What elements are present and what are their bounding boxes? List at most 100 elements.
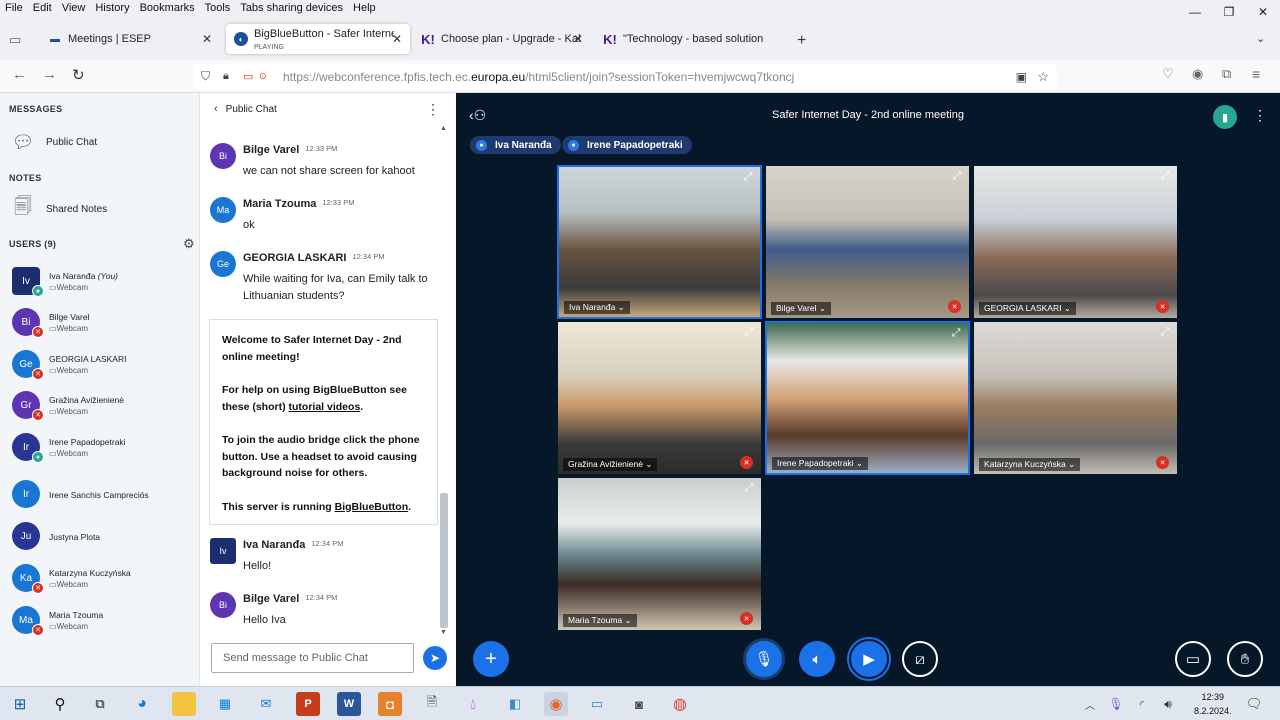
chevron-left-icon[interactable]: ‹ [214, 103, 218, 115]
chrome-icon[interactable]: ◍ [668, 692, 692, 716]
user-list-item[interactable]: Ir Irene Sanchis Campreciós [12, 478, 197, 512]
user-list-item[interactable]: Ir ● Irene Papadopetraki ▭Webcam [12, 431, 197, 465]
fullscreen-icon[interactable]: ⤢ [948, 326, 964, 340]
user-list-item[interactable]: Ka ✕ Katarzyna Kuczyńska ▭Webcam [12, 562, 197, 596]
microphone-tray-icon[interactable]: 🎙︎ [1104, 692, 1128, 716]
store-icon[interactable]: ▦ [213, 692, 237, 716]
talking-indicator[interactable]: ● Iva Naranđa [470, 136, 561, 154]
chat-title[interactable]: Public Chat [226, 104, 277, 115]
reload-icon[interactable]: ↻ [72, 66, 85, 84]
menu-help[interactable]: Help [348, 2, 381, 14]
minimize-icon[interactable]: — [1178, 0, 1212, 24]
camera-icon[interactable]: ◙ [627, 692, 651, 716]
task-view-icon[interactable]: ⧉ [88, 692, 112, 716]
menu-edit[interactable]: Edit [28, 2, 57, 14]
edge-icon[interactable]: ◕ [130, 692, 154, 716]
reader-view-icon[interactable]: ▣ [1016, 70, 1027, 84]
video-tile-label[interactable]: Katarzyna Kuczyńska ⌄ [979, 458, 1081, 471]
menu-history[interactable]: History [90, 2, 134, 14]
video-tile[interactable]: ⤢ Maria Tzouma ⌄ ✕ [557, 477, 762, 631]
volume-icon[interactable]: 🔊︎ [1156, 692, 1180, 716]
video-tile[interactable]: ⤢ GEORGIA LASKARI ⌄ ✕ [973, 165, 1178, 319]
fullscreen-icon[interactable]: ⤢ [741, 325, 757, 339]
fullscreen-icon[interactable]: ⤢ [949, 169, 965, 183]
windows-start-icon[interactable]: ⊞ [8, 692, 32, 716]
mic-permission-icon[interactable]: ⊙ [259, 71, 267, 82]
menu-tabs-sharing[interactable]: Tabs sharing devices [235, 2, 348, 14]
options-menu-icon[interactable]: ⋮ [1253, 107, 1267, 124]
tab-kahoot-plan[interactable]: K! Choose plan - Upgrade - Kahoot ✕ [413, 24, 591, 54]
extensions-icon[interactable]: ⧉ [1222, 66, 1231, 82]
user-list-item[interactable]: Ma ✕ Maria Tzouma ▭Webcam [12, 604, 197, 638]
bigbluebutton-link[interactable]: BigBlueButton [335, 501, 409, 513]
video-tile-label[interactable]: Gražina Avižienienė ⌄ [563, 458, 658, 471]
video-tile[interactable]: ⤢ Iva Naranđa ⌄ [557, 165, 762, 319]
audio-button[interactable]: 🔈︎ [799, 641, 835, 677]
lock-icon[interactable]: 🔒︎ [223, 70, 229, 83]
url-bar[interactable]: ⛉ 🔒︎ ▭ ⊙ https://webconference.fpfis.tec… [193, 64, 1057, 89]
sidebar-item-public-chat[interactable]: 💬︎ Public Chat [12, 131, 98, 153]
tab-bigbluebutton[interactable]: ◐ BigBlueButton - Safer Internet D PLAYI… [226, 24, 410, 54]
video-tile[interactable]: ⤢ Gražina Avižienienė ⌄ ✕ [557, 321, 762, 475]
shield-icon[interactable]: ⛉ [201, 69, 210, 84]
menu-view[interactable]: View [57, 2, 91, 14]
chat-message-input[interactable]: Send message to Public Chat [211, 643, 414, 673]
account-icon[interactable]: ◉ [1192, 66, 1203, 82]
show-hidden-icons-icon[interactable]: ︿ [1078, 692, 1102, 716]
webcam-button[interactable]: ▶︎ [851, 641, 887, 677]
forward-icon[interactable]: → [42, 66, 57, 83]
file-explorer-icon[interactable] [172, 692, 196, 716]
remote-desktop-icon[interactable]: ▭ [585, 692, 609, 716]
paint-icon[interactable]: 💧︎ [461, 692, 485, 716]
fullscreen-icon[interactable]: ⤢ [740, 170, 756, 184]
close-tab-icon[interactable]: ✕ [392, 32, 402, 46]
tab-meetings-esep[interactable]: ▬ Meetings | ESEP ✕ [40, 24, 220, 54]
close-tab-icon[interactable]: ✕ [202, 32, 212, 46]
video-tile[interactable]: ⤢ Irene Papadopetraki ⌄ [765, 321, 970, 475]
fullscreen-icon[interactable]: ⤢ [1157, 169, 1173, 183]
new-tab-icon[interactable]: + [797, 32, 806, 50]
video-tile[interactable]: ⤢ Katarzyna Kuczyńska ⌄ ✕ [973, 321, 1178, 475]
talking-indicator[interactable]: ● Irene Papadopetraki [562, 136, 692, 154]
connection-status-button[interactable]: ▮ [1213, 105, 1237, 129]
menu-tools[interactable]: Tools [200, 2, 236, 14]
notification-icon[interactable]: 🗨︎ [1242, 692, 1266, 716]
more-options-icon[interactable]: ⋮ [426, 101, 440, 118]
video-tile-label[interactable]: Irene Papadopetraki ⌄ [772, 457, 869, 470]
presentation-button[interactable]: ▭ [1175, 641, 1211, 677]
word-icon[interactable]: W [337, 692, 361, 716]
user-list-item[interactable]: Ju Justyna Plota [12, 520, 197, 554]
tab-kahoot-technology[interactable]: K! "Technology - based solutions t [595, 24, 795, 54]
send-message-button[interactable]: ➤ [423, 646, 447, 670]
camera-permission-icon[interactable]: ▭ [243, 70, 253, 83]
actions-button[interactable]: + [473, 641, 509, 677]
close-tab-icon[interactable]: ✕ [573, 32, 583, 46]
app-menu-icon[interactable]: ≡ [1252, 66, 1260, 82]
close-window-icon[interactable]: ✕ [1246, 0, 1280, 24]
fullscreen-icon[interactable]: ⤢ [1157, 325, 1173, 339]
video-tile-label[interactable]: Maria Tzouma ⌄ [563, 614, 637, 627]
back-icon[interactable]: ← [12, 66, 27, 83]
firefox-icon[interactable]: ◉ [544, 692, 568, 716]
powerpoint-icon[interactable]: P [296, 692, 320, 716]
restore-icon[interactable]: ❐ [1212, 0, 1246, 24]
notes-app-icon[interactable]: ◧ [503, 692, 527, 716]
scrollbar-thumb[interactable] [440, 493, 448, 628]
list-tabs-icon[interactable]: ⌄ [1256, 32, 1265, 45]
sidebar-item-shared-notes[interactable]: 🗐︎ Shared Notes [12, 196, 107, 220]
tutorial-videos-link[interactable]: tutorial videos [289, 401, 361, 413]
search-icon[interactable]: ⚲ [48, 692, 72, 716]
user-list-item[interactable]: Gr ✕ Gražina Avižienienė ▭Webcam [12, 389, 197, 423]
user-list-item[interactable]: Bi ✕ Bilge Varel ▭Webcam [12, 306, 197, 340]
bookmark-star-icon[interactable]: ☆ [1037, 69, 1049, 85]
mute-button[interactable]: 🎙︎ [746, 641, 782, 677]
scroll-up-icon[interactable]: ▲ [440, 125, 447, 132]
raise-hand-button[interactable]: ✋︎ [1227, 641, 1263, 677]
scroll-down-icon[interactable]: ▼ [440, 629, 447, 636]
menu-file[interactable]: File [0, 2, 28, 14]
user-list-item[interactable]: Ge ✕ GEORGIA LASKARI ▭Webcam [12, 348, 197, 382]
menu-bookmarks[interactable]: Bookmarks [135, 2, 200, 14]
video-tile[interactable]: ⤢ Bilge Varel ⌄ ✕ [765, 165, 970, 319]
tab-overview-icon[interactable]: ▭ [9, 32, 21, 48]
document-icon[interactable]: 🗎︎ [420, 692, 444, 716]
